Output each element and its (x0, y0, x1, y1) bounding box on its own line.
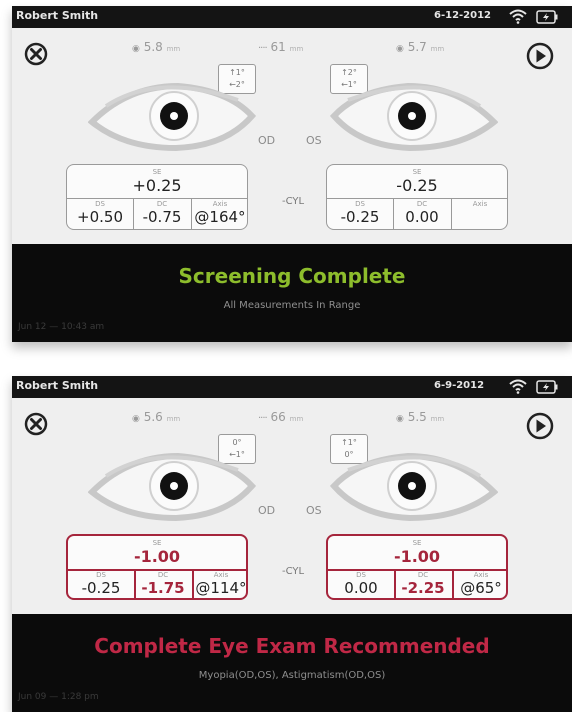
ds-label: DS (95, 200, 105, 208)
result-banner: Complete Eye Exam Recommended Myopia(OD,… (12, 614, 572, 712)
axis-value: @164° (194, 208, 246, 226)
cyl-label: -CYL (282, 196, 305, 207)
status-bar: Robert Smith 6-12-2012 (12, 6, 572, 28)
exam-date: 6-9-2012 (434, 380, 485, 391)
pupil-size-os: ◉ 5.5 mm (396, 410, 444, 424)
pupil-size-value: 5.8 (143, 40, 163, 54)
pupil-icon: ◉ (396, 44, 404, 54)
ds-value: -0.25 (340, 208, 380, 226)
refraction-box-od: SE +0.25 DS DC Axis +0.50 -0.75 @164° (66, 164, 248, 230)
dc-label: DC (157, 571, 169, 579)
pupil-size-od: ◉ 5.6 mm (132, 410, 180, 424)
axis-value: @65° (460, 579, 502, 597)
axis-value: @114° (195, 579, 247, 597)
ds-label: DS (96, 571, 106, 579)
patient-name: Robert Smith (16, 9, 99, 22)
screening-result-screen: Robert Smith 6-9-2012 ◉ 5.6 mm ···· 66 m… (12, 376, 572, 712)
dc-value: -1.75 (141, 579, 185, 597)
battery-icon (536, 10, 558, 24)
unit-label: mm (289, 415, 304, 423)
result-subtitle: Myopia(OD,OS), Astigmatism(OD,OS) (198, 670, 386, 681)
unit-label: mm (166, 415, 181, 423)
unit-label: mm (430, 415, 445, 423)
axis-label: Axis (473, 571, 489, 579)
wifi-icon (509, 379, 527, 394)
pupil-icon: ◉ (132, 414, 140, 424)
play-icon[interactable] (526, 412, 554, 440)
se-value: +0.25 (132, 176, 182, 195)
result-timestamp: Jun 09 — 1:28 pm (18, 692, 99, 702)
pupil-distance: ···· 66 mm (258, 410, 303, 424)
dc-label: DC (156, 200, 168, 208)
ds-label: DS (355, 200, 365, 208)
pupil-size-value: 5.6 (143, 410, 163, 424)
pd-icon: ···· (258, 43, 268, 54)
axis-label: Axis (472, 200, 488, 208)
result-timestamp: Jun 12 — 10:43 am (18, 322, 105, 332)
result-subtitle: All Measurements In Range (223, 300, 361, 311)
dc-value: 0.00 (405, 208, 439, 226)
se-label: SE (152, 539, 162, 547)
wifi-icon (509, 9, 527, 24)
unit-label: mm (166, 45, 181, 53)
patient-name: Robert Smith (16, 379, 99, 392)
dc-value: -2.25 (401, 579, 445, 597)
eye-illustration-od (88, 82, 256, 152)
dc-label: DC (417, 571, 429, 579)
se-value: -0.25 (396, 176, 438, 195)
pupil-size-value: 5.7 (407, 40, 427, 54)
axis-label: Axis (212, 200, 228, 208)
eye-illustration-os (330, 82, 498, 152)
unit-label: mm (430, 45, 445, 53)
unit-label: mm (289, 45, 304, 53)
status-bar: Robert Smith 6-9-2012 (12, 376, 572, 398)
ds-value: +0.50 (77, 208, 123, 226)
se-label: SE (152, 168, 162, 176)
ds-value: 0.00 (344, 579, 378, 597)
pd-value: 66 (270, 410, 286, 424)
se-value: -1.00 (133, 547, 181, 566)
se-label: SE (412, 539, 422, 547)
divider (67, 198, 247, 199)
eye-illustration-os (330, 452, 498, 522)
eye-label-od: OD (258, 134, 276, 147)
eye-label-os: OS (306, 504, 322, 517)
result-title: Complete Eye Exam Recommended (94, 634, 490, 658)
eye-illustration-od (88, 452, 256, 522)
pupil-icon: ◉ (396, 414, 404, 424)
eye-label-od: OD (258, 504, 276, 517)
se-label: SE (412, 168, 422, 176)
play-icon[interactable] (526, 42, 554, 70)
close-icon[interactable] (24, 42, 48, 66)
pupil-size-os: ◉ 5.7 mm (396, 40, 444, 54)
dc-label: DC (416, 200, 428, 208)
pupil-distance: ···· 61 mm (258, 40, 303, 54)
axis-label: Axis (213, 571, 229, 579)
pd-value: 61 (270, 40, 286, 54)
refraction-box-os: SE -0.25 DS DC Axis -0.25 0.00 (326, 164, 508, 230)
pupil-size-value: 5.5 (407, 410, 427, 424)
ds-value: -0.25 (81, 579, 121, 597)
pupil-size-od: ◉ 5.8 mm (132, 40, 180, 54)
close-icon[interactable] (24, 412, 48, 436)
refraction-box-od: SE -1.00 DS DC Axis -0.25 -1.75 @114° (66, 534, 248, 600)
dc-value: -0.75 (142, 208, 182, 226)
cyl-label: -CYL (282, 566, 305, 577)
result-banner: Screening Complete All Measurements In R… (12, 244, 572, 342)
eye-label-os: OS (306, 134, 322, 147)
screening-result-screen: Robert Smith 6-12-2012 ◉ 5.8 mm ···· 61 … (12, 6, 572, 342)
pupil-icon: ◉ (132, 44, 140, 54)
battery-icon (536, 380, 558, 394)
pd-icon: ···· (258, 413, 268, 424)
se-value: -1.00 (393, 547, 441, 566)
result-title: Screening Complete (178, 264, 406, 288)
exam-date: 6-12-2012 (434, 10, 492, 21)
refraction-box-os: SE -1.00 DS DC Axis 0.00 -2.25 @65° (326, 534, 508, 600)
divider (327, 198, 507, 199)
ds-label: DS (356, 571, 366, 579)
